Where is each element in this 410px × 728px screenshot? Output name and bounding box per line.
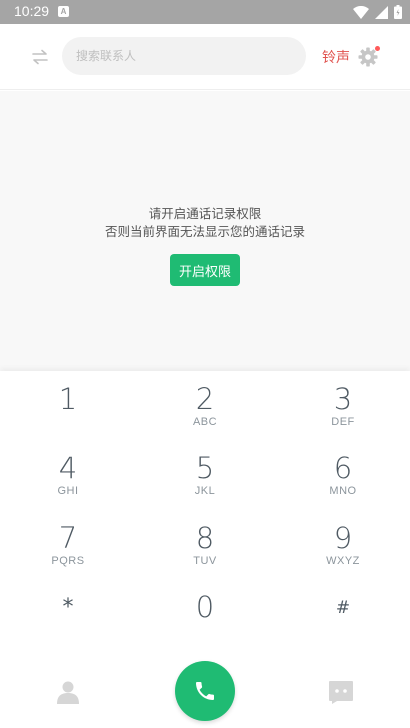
key-digit: 9: [333, 521, 353, 555]
dial-key-0[interactable]: 0: [150, 590, 260, 650]
key-letters: TUV: [193, 555, 217, 567]
status-icons: [353, 4, 402, 20]
key-digit: 7: [58, 521, 78, 555]
permission-submessage: 否则当前界面无法显示您的通话记录: [104, 224, 305, 239]
call-button[interactable]: [175, 661, 235, 721]
message-icon[interactable]: [328, 680, 354, 704]
dial-key-2[interactable]: 2 ABC: [150, 382, 260, 442]
status-time: 10:29: [14, 3, 50, 19]
key-digit: 1: [58, 382, 78, 416]
dial-key-8[interactable]: 8 TUV: [150, 521, 260, 581]
key-digit: 8: [195, 521, 215, 555]
key-letters: GHI: [57, 485, 79, 497]
dial-key-6[interactable]: 6 MNO: [288, 451, 398, 511]
key-digit: 2: [195, 382, 215, 416]
permission-panel: 请开启通话记录权限 否则当前界面无法显示您的通话记录 开启权限: [0, 91, 410, 371]
settings-button[interactable]: [358, 45, 380, 67]
dial-key-star[interactable]: *: [13, 585, 123, 645]
dial-key-7[interactable]: 7 PQRS: [13, 521, 123, 581]
dial-key-3[interactable]: 3 DEF: [288, 382, 398, 442]
key-digit: 0: [195, 590, 215, 624]
key-letters: WXYZ: [326, 555, 360, 567]
enable-permission-button[interactable]: 开启权限: [170, 254, 240, 286]
permission-message: 请开启通话记录权限: [148, 206, 262, 221]
key-digit: 3: [333, 382, 353, 416]
key-letters: MNO: [329, 485, 357, 497]
key-letters: ABC: [192, 416, 218, 428]
contacts-icon[interactable]: [56, 680, 80, 704]
wifi-icon: [353, 5, 369, 19]
key-digit: #: [335, 598, 351, 618]
battery-icon: [394, 5, 402, 19]
settings-badge-dot: [375, 46, 380, 51]
status-bar: 10:29 A: [0, 0, 410, 24]
dial-key-4[interactable]: 4 GHI: [13, 451, 123, 511]
key-digit: *: [62, 595, 74, 620]
dial-key-5[interactable]: 5 JKL: [150, 451, 260, 511]
key-digit: 6: [333, 451, 353, 485]
dial-key-9[interactable]: 9 WXYZ: [288, 521, 398, 581]
key-letters: PQRS: [51, 555, 85, 567]
bottom-bar: [0, 660, 410, 728]
search-box[interactable]: [62, 37, 306, 75]
search-input[interactable]: [76, 37, 296, 75]
key-digit: 5: [195, 451, 215, 485]
key-digit: 4: [58, 451, 78, 485]
swap-icon[interactable]: [30, 45, 50, 69]
phone-icon: [196, 682, 214, 700]
ringtone-button[interactable]: 铃声: [322, 47, 350, 67]
dial-key-1[interactable]: 1: [13, 382, 123, 442]
key-letters: DEF: [331, 416, 355, 428]
key-letters: JKL: [194, 485, 216, 497]
dial-key-hash[interactable]: #: [288, 585, 398, 645]
top-bar: 铃声: [0, 24, 410, 90]
signal-icon: [375, 5, 388, 19]
notification-icon: A: [58, 6, 69, 17]
